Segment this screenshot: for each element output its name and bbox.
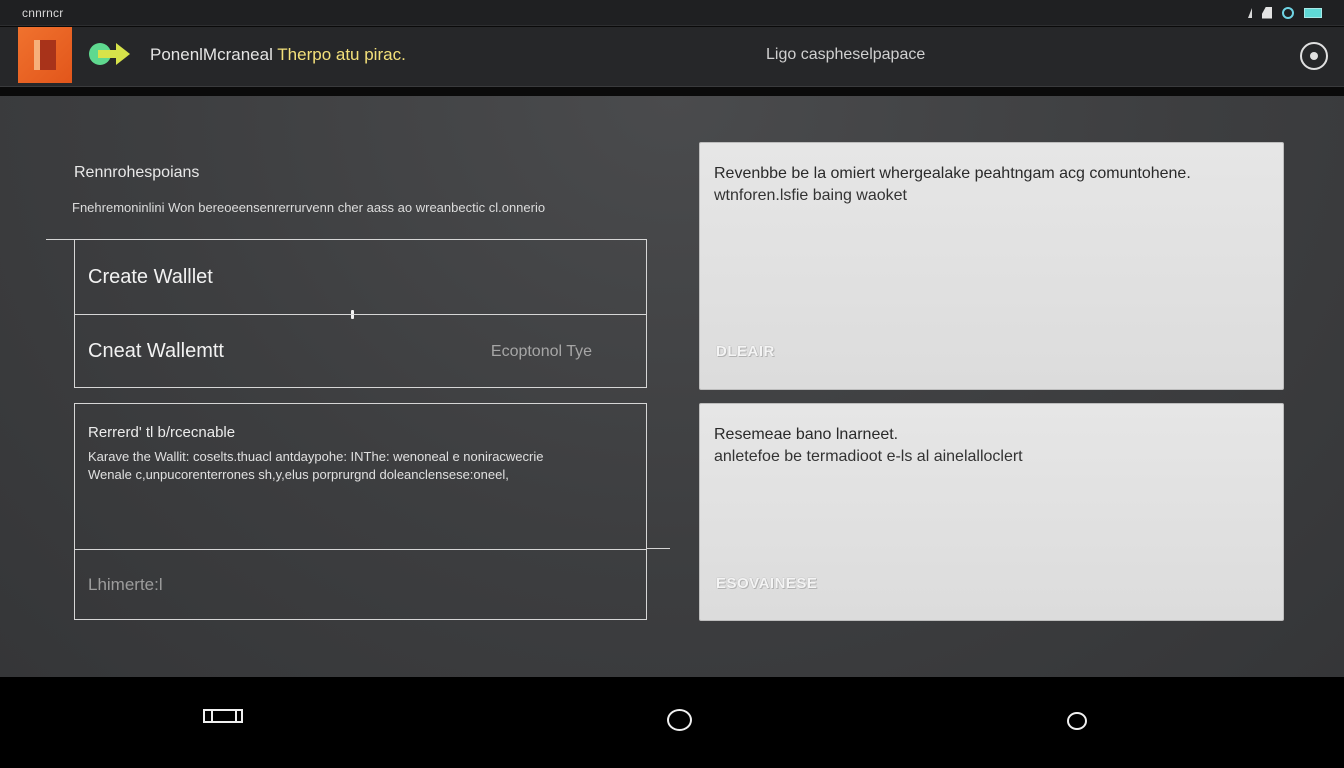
app-title: PonenlMcraneal Therpo atu pirac. <box>150 45 406 65</box>
info-card: Resemeae bano lnarneet. anletefoe be ter… <box>699 403 1284 621</box>
bottom-navigation <box>0 677 1344 768</box>
sync-icon <box>1282 6 1294 19</box>
create-wallet-label: Create Walllet <box>88 265 213 288</box>
app-bar: PonenlMcraneal Therpo atu pirac. Ligo ca… <box>0 27 1344 87</box>
eye-pupil <box>1310 52 1318 60</box>
create-wallet-alt-option[interactable]: Cneat Wallemtt Ecoptonol Tye <box>75 314 646 388</box>
card-title: Resemeae bano lnarneet. <box>714 426 899 443</box>
card-text: anletefoe be termadioot e-ls al ainelall… <box>714 448 1023 465</box>
restore-wallet-box: Rerrerd' tl b/rcecnable Karave the Walli… <box>74 403 647 620</box>
signal-icon <box>1248 7 1252 18</box>
app-title-prefix: PonenlMcraneal <box>150 45 278 64</box>
create-wallet-alt-label: Cneat Wallemtt <box>88 340 224 362</box>
home-icon[interactable] <box>667 709 692 731</box>
app-subtitle: Ligo caspheselpapace <box>766 46 926 63</box>
status-icons <box>1248 6 1322 19</box>
restore-import-label: Lhimerte:l <box>88 574 163 594</box>
info-card: Revenbbe be la omiert whergealake peahtn… <box>699 142 1284 390</box>
forward-arrow-icon[interactable] <box>88 40 132 68</box>
divider <box>647 548 670 549</box>
restore-description: Karave the Wallit: coselts.thuacl antday… <box>88 448 544 484</box>
wallet-options: Create Walllet Cneat Wallemtt Ecoptonol … <box>74 239 647 388</box>
carrier-label: cnnrncr <box>22 5 64 20</box>
wifi-icon <box>1262 6 1272 19</box>
divider <box>46 239 75 240</box>
card-action-button[interactable]: ESOVAINESE <box>716 575 817 592</box>
main-content: Rennrohespoians Fnehremoninlini Won bere… <box>0 96 1344 677</box>
card-action-button[interactable]: DLEAIR <box>716 343 775 360</box>
eye-icon[interactable] <box>1300 42 1328 70</box>
status-bar: cnnrncr <box>0 0 1344 26</box>
app-title-accent: Therpo atu pirac. <box>277 45 406 64</box>
back-icon[interactable] <box>1067 712 1087 730</box>
restore-line: Karave the Wallit: coselts.thuacl antday… <box>88 449 544 464</box>
create-wallet-option[interactable]: Create Walllet <box>75 240 646 314</box>
card-text: wtnforen.lsfie baing waoket <box>714 187 907 204</box>
card-title: Revenbbe be la omiert whergealake peahtn… <box>714 165 1191 182</box>
app-logo[interactable] <box>18 27 72 83</box>
option-hint: Ecoptonol Tye <box>490 342 592 360</box>
section-title: Rennrohespoians <box>74 164 200 181</box>
logo-glyph-icon <box>34 40 56 70</box>
restore-import-button[interactable]: Lhimerte:l <box>75 549 646 619</box>
restore-title: Rerrerd' tl b/rcecnable <box>88 424 236 441</box>
recent-apps-icon[interactable] <box>203 709 243 723</box>
section-description: Fnehremoninlini Won bereoeensenrerrurven… <box>72 200 546 215</box>
restore-line: Wenale c,unpucorenterrones sh,y,elus por… <box>88 467 509 482</box>
battery-icon <box>1304 7 1322 18</box>
